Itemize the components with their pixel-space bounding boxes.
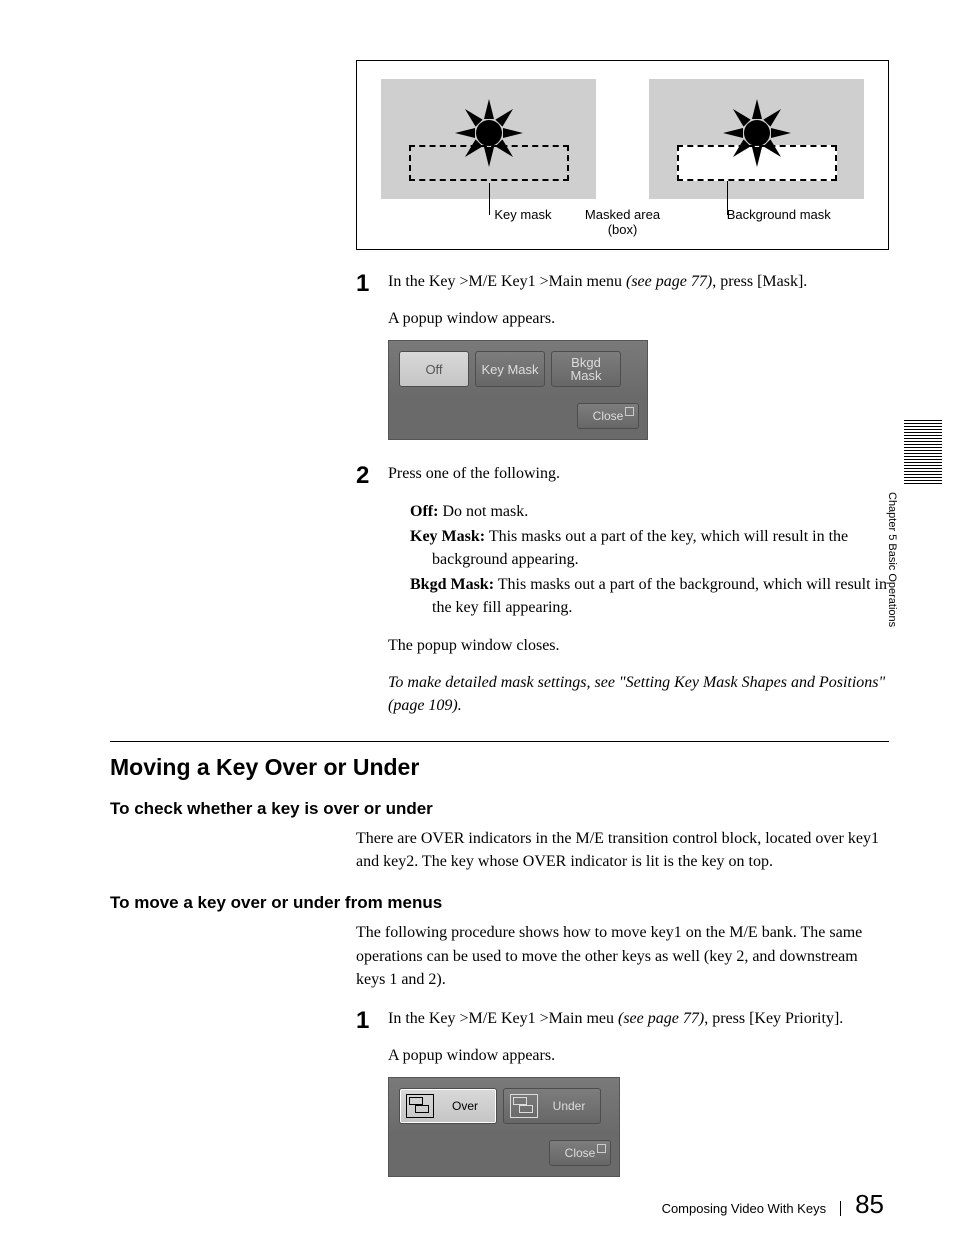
sun-icon	[733, 109, 781, 157]
cross-reference: To make detailed mask settings, see "Set…	[388, 671, 889, 717]
key-mask-label: Key mask	[381, 207, 551, 237]
step-2-text: Press one of the following.	[388, 465, 560, 482]
thumb-stripes-icon	[904, 420, 942, 484]
close-button[interactable]: Close	[549, 1140, 611, 1166]
step-1b: 1 In the Key >M/E Key1 >Main meu (see pa…	[356, 1007, 889, 1177]
key-mask-button[interactable]: Key Mask	[475, 351, 545, 387]
step-1: 1 In the Key >M/E Key1 >Main menu (see p…	[356, 270, 889, 440]
section-heading: Moving a Key Over or Under	[110, 754, 889, 781]
over-button[interactable]: Over	[399, 1088, 497, 1124]
popup-intro: A popup window appears.	[388, 307, 889, 330]
popup-closes-text: The popup window closes.	[388, 634, 889, 657]
key-mask-panel	[381, 79, 596, 199]
under-icon	[510, 1094, 538, 1118]
mask-box-outline	[409, 145, 569, 181]
def-key-mask: Key Mask: This masks out a part of the k…	[410, 525, 889, 571]
under-button[interactable]: Under	[503, 1088, 601, 1124]
page-footer: Composing Video With Keys 85	[662, 1189, 884, 1220]
step-1-text: In the Key >M/E Key1 >Main menu (see pag…	[388, 273, 807, 290]
mask-diagram: Key mask Masked area (box) Background ma…	[356, 60, 889, 250]
chapter-thumb-tab: Chapter 5 Basic Operations	[886, 420, 942, 670]
masked-area-label: Masked area (box)	[551, 207, 693, 237]
step-number: 2	[356, 462, 384, 488]
section-rule	[110, 741, 889, 742]
priority-popup: Over Under Close	[388, 1077, 620, 1177]
move-paragraph: The following procedure shows how to mov…	[356, 921, 889, 991]
def-off: Off: Do not mask.	[410, 500, 889, 523]
step-number: 1	[356, 1007, 384, 1033]
close-button[interactable]: Close	[577, 403, 639, 429]
page-number: 85	[855, 1189, 884, 1220]
step-number: 1	[356, 270, 384, 296]
mask-popup: Off Key Mask Bkgd Mask Close	[388, 340, 648, 440]
step-1b-text: In the Key >M/E Key1 >Main meu (see page…	[388, 1010, 843, 1027]
over-icon	[406, 1094, 434, 1118]
subheading-move: To move a key over or under from menus	[110, 893, 889, 913]
def-bkgd-mask: Bkgd Mask: This masks out a part of the …	[410, 573, 889, 619]
off-button[interactable]: Off	[399, 351, 469, 387]
background-mask-label: Background mask	[694, 207, 864, 237]
chapter-label: Chapter 5 Basic Operations	[886, 492, 898, 672]
check-paragraph: There are OVER indicators in the M/E tra…	[356, 827, 889, 873]
subheading-check: To check whether a key is over or under	[110, 799, 889, 819]
background-mask-panel	[649, 79, 864, 199]
popup-intro-b: A popup window appears.	[388, 1044, 889, 1067]
bkgd-mask-button[interactable]: Bkgd Mask	[551, 351, 621, 387]
step-2: 2 Press one of the following. Off: Do no…	[356, 462, 889, 717]
footer-section: Composing Video With Keys	[662, 1201, 842, 1216]
